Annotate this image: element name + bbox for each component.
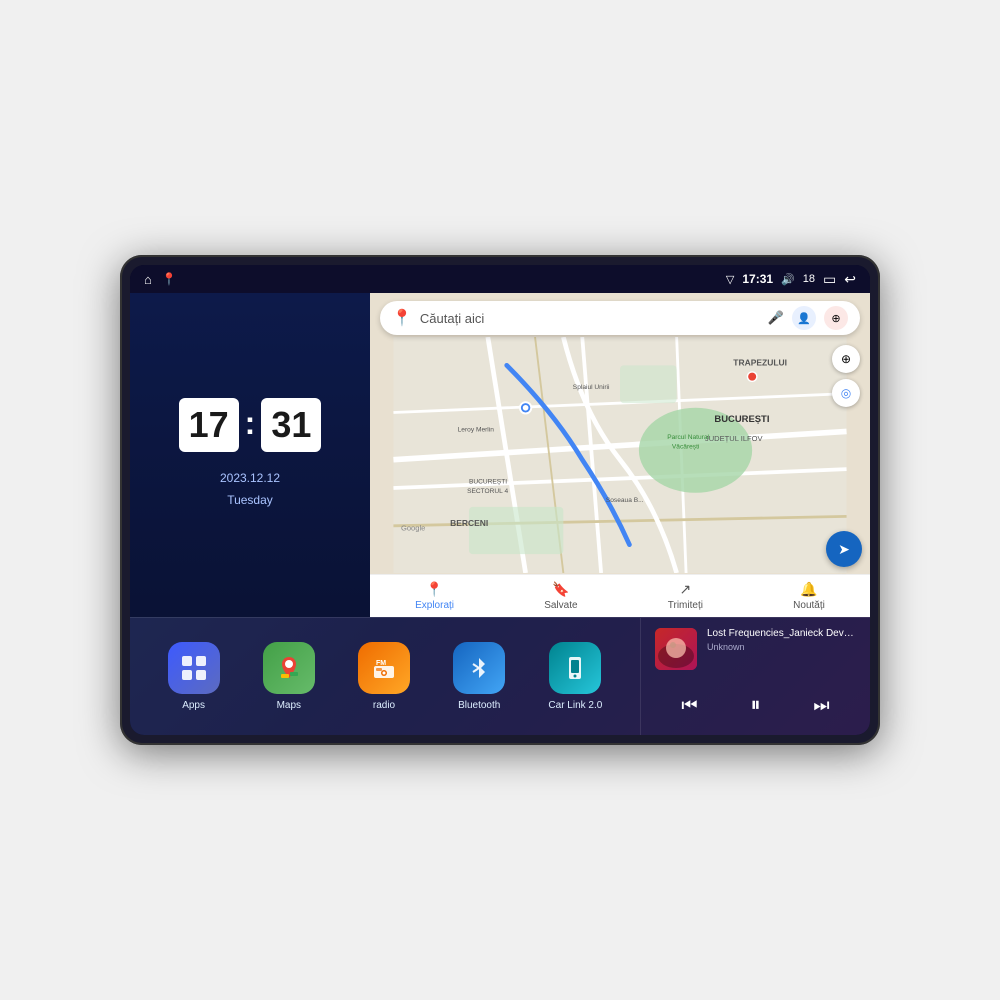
news-icon: 🔔 (800, 581, 817, 598)
clock-day: Tuesday (220, 490, 280, 512)
map-nav-news[interactable]: 🔔 Noutăți (793, 581, 825, 611)
time-display: 17:31 (742, 272, 773, 286)
clock-display: 17 : 31 (179, 398, 322, 452)
clock-minutes: 31 (261, 398, 321, 452)
status-bar: ⌂ 📍 ▽ 17:31 🔊 18 ▭ ↩ (130, 265, 870, 293)
locate-button[interactable]: ◎ (832, 379, 860, 407)
map-nav-saved[interactable]: 🔖 Salvate (544, 581, 577, 611)
apps-app-icon (168, 642, 220, 694)
maps-pin-icon (275, 654, 303, 682)
play-pause-button[interactable]: ⏸ (742, 690, 768, 721)
layers-icon[interactable]: ⊕ (824, 306, 848, 330)
map-search-text[interactable]: Căutați aici (420, 311, 760, 326)
svg-text:TRAPEZULUI: TRAPEZULUI (733, 357, 787, 367)
home-icon[interactable]: ⌂ (144, 272, 152, 287)
svg-text:BUCUREȘTI: BUCUREȘTI (469, 478, 507, 485)
music-controls: ⏮ ⏸ ⏭ (655, 686, 856, 725)
music-panel: Lost Frequencies_Janieck Devy-... Unknow… (640, 617, 870, 735)
bottom-section: Apps Maps (130, 617, 870, 735)
svg-text:Splaiul Unirii: Splaiul Unirii (573, 384, 610, 391)
music-thumbnail (655, 628, 697, 670)
svg-text:Leroy Merlin: Leroy Merlin (458, 426, 495, 433)
svg-text:FM: FM (376, 660, 386, 667)
volume-icon: 🔊 (781, 273, 795, 286)
carlink-phone-icon (561, 654, 589, 682)
apps-grid-icon (180, 654, 208, 682)
top-section: 17 : 31 2023.12.12 Tuesday 📍 Căutați aic… (130, 293, 870, 617)
clock-date-value: 2023.12.12 (220, 468, 280, 490)
radio-label: radio (373, 700, 395, 711)
map-search-bar[interactable]: 📍 Căutați aici 🎤 👤 ⊕ (380, 301, 860, 335)
svg-text:JUDEȚUL ILFOV: JUDEȚUL ILFOV (705, 434, 763, 443)
clock-date: 2023.12.12 Tuesday (220, 468, 280, 511)
music-info: Lost Frequencies_Janieck Devy-... Unknow… (707, 628, 856, 652)
apps-panel: Apps Maps (130, 617, 640, 735)
clock-panel: 17 : 31 2023.12.12 Tuesday (130, 293, 370, 617)
volume-level: 18 (803, 273, 815, 285)
battery-icon: ▭ (823, 271, 836, 288)
clock-colon: : (245, 405, 256, 442)
album-art (655, 628, 697, 670)
maps-status-icon[interactable]: 📍 (162, 272, 177, 286)
account-icon[interactable]: 👤 (792, 306, 816, 330)
app-item-radio[interactable]: FM radio (358, 642, 410, 711)
app-item-carlink[interactable]: Car Link 2.0 (548, 642, 602, 711)
map-panel[interactable]: 📍 Căutați aici 🎤 👤 ⊕ (370, 293, 870, 617)
svg-text:Văcărești: Văcărești (672, 443, 700, 450)
main-content: 17 : 31 2023.12.12 Tuesday 📍 Căutați aic… (130, 293, 870, 735)
apps-label: Apps (182, 700, 205, 711)
bluetooth-app-icon (453, 642, 505, 694)
prev-track-button[interactable]: ⏮ (673, 691, 705, 720)
map-nav-explore[interactable]: 📍 Explorați (415, 581, 454, 611)
svg-text:SECTORUL 4: SECTORUL 4 (467, 488, 508, 495)
map-view: TRAPEZULUI BUCUREȘTI JUDEȚUL ILFOV BERCE… (370, 337, 870, 573)
carlink-app-icon (549, 642, 601, 694)
news-label: Noutăți (793, 600, 825, 611)
app-item-bluetooth[interactable]: Bluetooth (453, 642, 505, 711)
maps-app-icon (263, 642, 315, 694)
music-artist: Unknown (707, 642, 856, 652)
app-item-apps[interactable]: Apps (168, 642, 220, 711)
status-left-icons: ⌂ 📍 (144, 272, 177, 287)
device: ⌂ 📍 ▽ 17:31 🔊 18 ▭ ↩ 17 : (120, 255, 880, 745)
send-label: Trimiteți (668, 600, 703, 611)
voice-search-icon[interactable]: 🎤 (768, 310, 784, 326)
explore-icon: 📍 (426, 581, 443, 598)
music-top: Lost Frequencies_Janieck Devy-... Unknow… (655, 628, 856, 670)
compass-icon[interactable]: ⊕ (832, 345, 860, 373)
saved-label: Salvate (544, 600, 577, 611)
bluetooth-label: Bluetooth (458, 700, 500, 711)
map-nav-send[interactable]: ↗ Trimiteți (668, 581, 703, 611)
map-pin-icon: 📍 (392, 308, 412, 328)
back-icon[interactable]: ↩ (844, 271, 856, 288)
explore-label: Explorați (415, 600, 454, 611)
svg-text:Soseaua B...: Soseaua B... (606, 497, 644, 504)
next-track-button[interactable]: ⏭ (805, 691, 837, 720)
bluetooth-symbol-icon (465, 654, 493, 682)
maps-label: Maps (277, 700, 301, 711)
screen: ⌂ 📍 ▽ 17:31 🔊 18 ▭ ↩ 17 : (130, 265, 870, 735)
saved-icon: 🔖 (552, 581, 569, 598)
svg-text:Parcul Natural: Parcul Natural (667, 434, 709, 441)
radio-app-icon: FM (358, 642, 410, 694)
svg-text:BERCENI: BERCENI (450, 518, 488, 528)
carlink-label: Car Link 2.0 (548, 700, 602, 711)
svg-text:BUCUREȘTI: BUCUREȘTI (714, 414, 769, 425)
clock-hours: 17 (179, 398, 239, 452)
signal-icon: ▽ (726, 273, 734, 286)
send-icon: ↗ (679, 581, 691, 598)
map-search-actions: 🎤 👤 ⊕ (768, 306, 848, 330)
navigate-button[interactable]: ➤ (826, 531, 862, 567)
radio-wave-icon: FM (370, 654, 398, 682)
status-right-info: ▽ 17:31 🔊 18 ▭ ↩ (726, 271, 856, 288)
music-title: Lost Frequencies_Janieck Devy-... (707, 628, 856, 639)
app-item-maps[interactable]: Maps (263, 642, 315, 711)
map-bottom-nav: 📍 Explorați 🔖 Salvate ↗ Trimiteți 🔔 (370, 574, 870, 617)
svg-text:Google: Google (401, 524, 425, 533)
